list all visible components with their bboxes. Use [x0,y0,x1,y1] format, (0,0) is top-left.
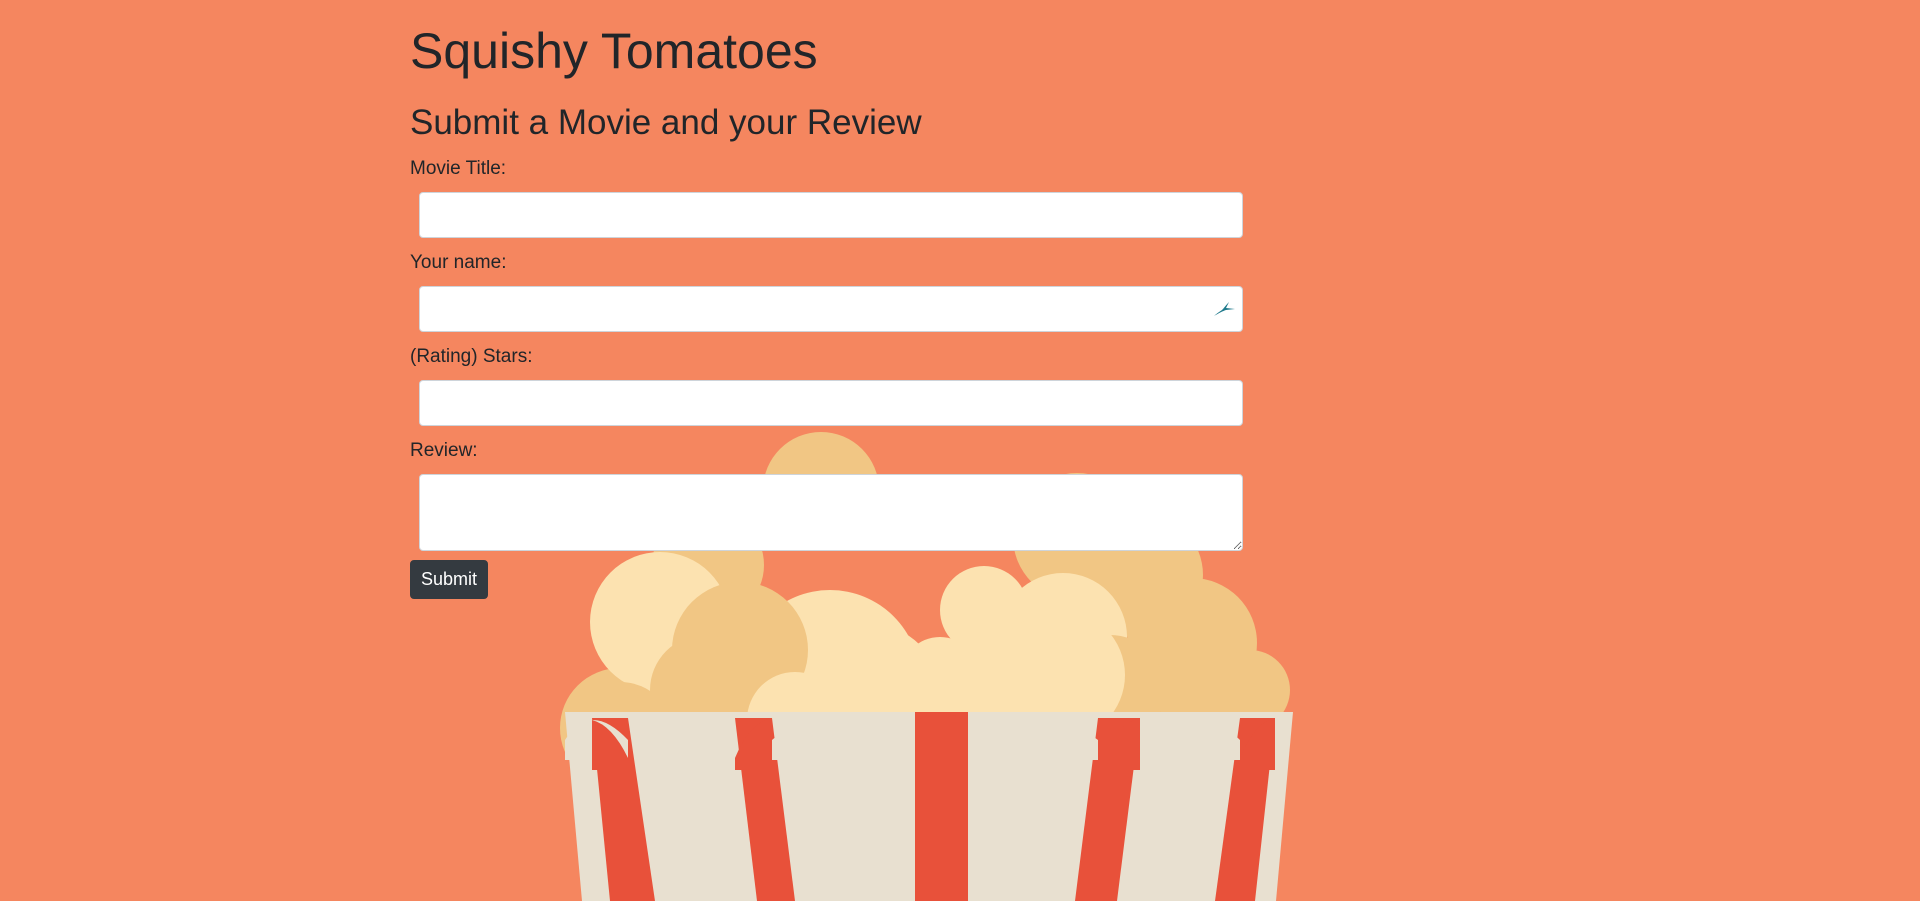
form-heading: Submit a Movie and your Review [410,103,922,142]
movie-title-input[interactable] [419,192,1243,238]
review-textarea[interactable] [419,474,1243,551]
submit-button[interactable]: Submit [410,560,488,599]
review-label: Review: [410,440,478,461]
stars-label: (Rating) Stars: [410,346,533,367]
page: Squishy Tomatoes Submit a Movie and your… [0,0,1920,901]
your-name-input[interactable] [419,286,1243,332]
your-name-label: Your name: [410,252,507,273]
movie-title-label: Movie Title: [410,158,507,179]
stars-input[interactable] [419,380,1243,426]
popcorn-illustration [560,432,1293,901]
password-manager-icon[interactable] [1211,299,1237,319]
app-title: Squishy Tomatoes [410,23,818,79]
